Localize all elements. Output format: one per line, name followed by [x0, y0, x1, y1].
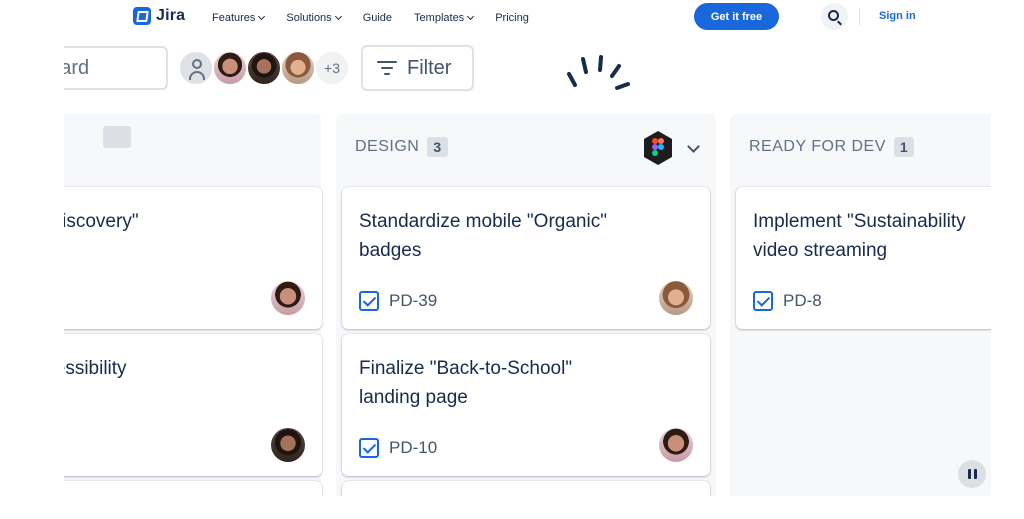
column-title: READY FOR DEV	[749, 138, 886, 155]
nav-divider	[859, 8, 860, 25]
menu-item-label: Features	[212, 12, 256, 24]
search-icon	[828, 10, 839, 21]
issue-key: PD-10	[389, 438, 438, 457]
issue-card[interactable]: Finalize "Back-to-School" landing page PD…	[342, 334, 710, 476]
card-meta: PD-8	[753, 291, 822, 311]
get-it-free-button[interactable]: Get it free	[694, 3, 779, 30]
checkbox-icon	[753, 291, 773, 311]
avatar[interactable]	[659, 281, 693, 315]
top-navigation: Jira Features Solutions Guide Templates …	[0, 0, 1024, 36]
menu-item-guide[interactable]: Guide	[363, 12, 392, 24]
pause-button[interactable]	[958, 460, 986, 488]
card-title: Finalize "Back-to-School" landing page	[359, 358, 573, 408]
menu-item-templates[interactable]: Templates	[414, 12, 475, 24]
avatar[interactable]	[280, 50, 316, 86]
jira-logo[interactable]: Jira	[133, 7, 185, 25]
issue-key: PD-8	[783, 291, 822, 310]
avatar[interactable]	[212, 50, 248, 86]
pause-icon	[967, 469, 971, 479]
menu-item-features[interactable]: Features	[212, 12, 266, 24]
board-column-design: DESIGN 3 Standardize mobile "Organic" bad…	[336, 114, 716, 496]
checkbox-icon	[359, 438, 379, 458]
column-title: DESIGN	[355, 138, 420, 155]
checkbox-icon	[359, 291, 379, 311]
card-title: kout accessibility)	[64, 358, 127, 379]
filter-button[interactable]: Filter	[361, 45, 474, 91]
chevron-down-icon	[467, 12, 475, 21]
column-count: 3	[427, 137, 448, 157]
jira-logo-icon	[133, 7, 151, 25]
board-column: Recipe Discovery"rmance kout accessibili…	[64, 114, 322, 496]
filter-label: Filter	[407, 56, 452, 79]
user-icon[interactable]	[178, 50, 214, 86]
column-count	[103, 126, 131, 148]
menu-item-label: Guide	[362, 12, 393, 24]
card-meta: PD-39	[359, 291, 437, 311]
menu-item-pricing[interactable]: Pricing	[495, 12, 529, 24]
avatar[interactable]	[659, 428, 693, 462]
card-title: Standardize mobile "Organic" badges	[359, 211, 607, 261]
menu-item-label: Templates	[414, 12, 465, 24]
avatar[interactable]	[271, 281, 305, 315]
issue-card[interactable]: kout accessibility)	[64, 334, 322, 476]
board-search-input[interactable]	[64, 46, 168, 90]
avatar[interactable]	[271, 428, 305, 462]
column-count: 1	[893, 137, 915, 157]
main-menu: Features Solutions Guide Templates Prici…	[212, 12, 529, 24]
avatars-more-count[interactable]: +3	[314, 50, 350, 86]
chevron-down-icon	[334, 12, 342, 21]
filter-icon	[377, 61, 397, 75]
issue-key: PD-39	[389, 291, 438, 310]
avatar[interactable]	[246, 50, 282, 86]
card-meta: PD-10	[359, 438, 437, 458]
figma-icon[interactable]	[642, 130, 674, 166]
assignee-avatars: +3	[178, 50, 350, 86]
issue-card[interactable]: Implement "Sustainability video streaming…	[736, 187, 991, 329]
pause-icon	[973, 469, 977, 479]
issue-card[interactable]: Recipe Discovery"rmance	[64, 187, 322, 329]
column-header: READY FOR DEV 1	[749, 137, 915, 157]
issue-card[interactable]	[342, 481, 710, 496]
card-title: Recipe Discovery"rmance	[64, 211, 139, 232]
menu-item-label: Pricing	[495, 12, 529, 24]
column-header: DESIGN 3	[355, 137, 448, 157]
menu-item-label: Solutions	[286, 12, 332, 24]
chevron-down-icon	[258, 12, 266, 21]
board: +3 Filter Recipe Discovery"rmance kout a…	[64, 38, 991, 496]
board-column-ready-for-dev: READY FOR DEV 1 Implement "Sustainabilit…	[730, 114, 991, 496]
issue-card[interactable]	[64, 481, 322, 496]
issue-card[interactable]: Standardize mobile "Organic" badges PD-39	[342, 187, 710, 329]
search-button[interactable]	[821, 3, 848, 30]
brand-name: Jira	[156, 7, 186, 24]
card-title: Implement "Sustainability video streaming	[753, 211, 966, 261]
chevron-down-icon[interactable]	[687, 140, 700, 153]
menu-item-solutions[interactable]: Solutions	[286, 12, 342, 24]
sign-in-link[interactable]: Sign in	[879, 10, 916, 22]
